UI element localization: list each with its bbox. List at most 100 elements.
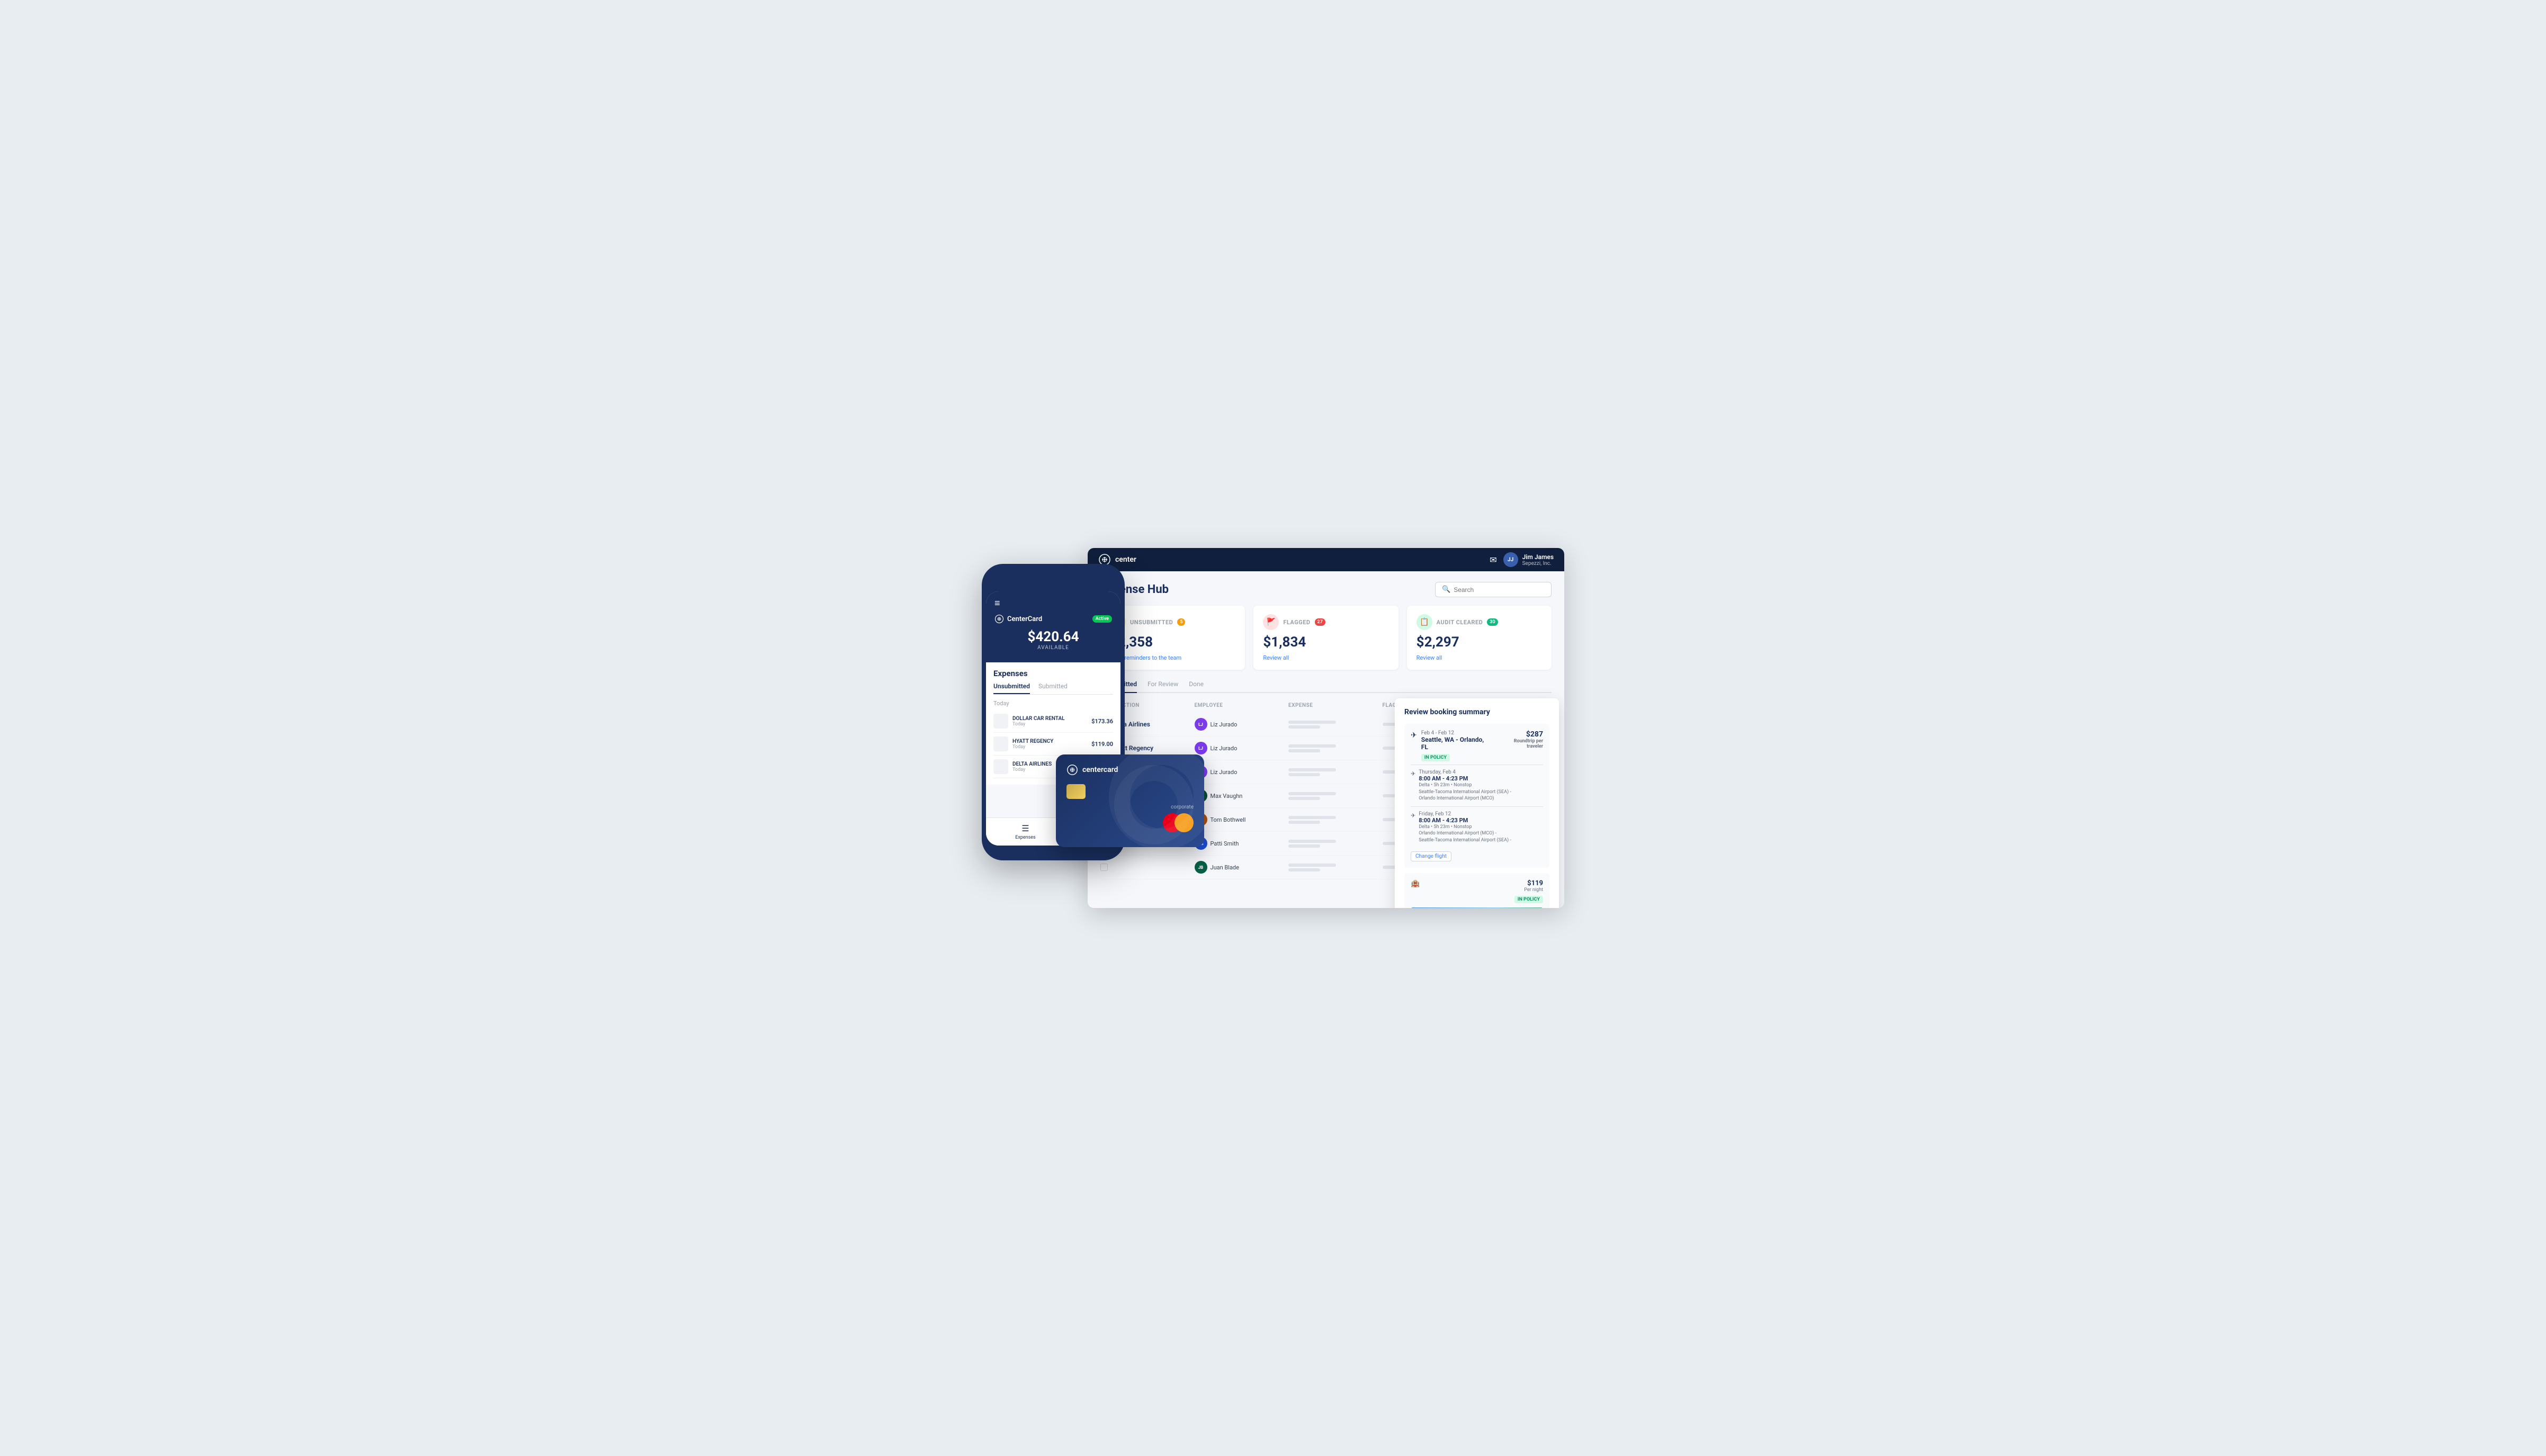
phone-balance-amount: $420.64 xyxy=(994,629,1112,645)
phone-top-bar: ≡ CenterCard Active $420.64 AVAILABLE xyxy=(986,591,1120,662)
transaction-cell xyxy=(1100,864,1195,871)
desktop-app: center ✉ JJ Jim James Sepezzi, Inc. Expe… xyxy=(1088,548,1564,908)
expenses-nav-icon: ☰ xyxy=(1021,823,1029,833)
employee-avatar: LJ xyxy=(1195,718,1207,731)
mail-icon[interactable]: ✉ xyxy=(1490,555,1496,565)
flight-price-sub: Roundtrip per traveler xyxy=(1496,739,1543,749)
user-avatar: JJ xyxy=(1503,552,1518,567)
flight-price-amount: $287 xyxy=(1496,730,1543,739)
card-pattern2 xyxy=(1114,765,1194,844)
phone-tab-unsubmitted[interactable]: Unsubmitted xyxy=(993,682,1030,694)
expense-bar-2 xyxy=(1288,844,1320,848)
search-input[interactable] xyxy=(1454,586,1545,594)
summary-badge: 30 xyxy=(1487,618,1498,626)
flight-policy-badge: IN POLICY xyxy=(1421,754,1450,761)
flight-price: $287 Roundtrip per traveler xyxy=(1496,730,1543,749)
card-logo-icon xyxy=(1066,764,1078,776)
expense-bars xyxy=(1288,768,1383,776)
top-nav: center ✉ JJ Jim James Sepezzi, Inc. xyxy=(1088,548,1564,571)
hotel-section: 🏨 $119 Per night IN POLICY Hyatt Regency… xyxy=(1404,873,1549,908)
employee-name: Tom Bothwell xyxy=(1211,816,1246,823)
tab-bar: UnsubmittedFor ReviewDone xyxy=(1100,680,1552,693)
employee-name: Patti Smith xyxy=(1211,840,1239,847)
summary-amount: $1,834 xyxy=(1263,634,1388,650)
flight-leg-2-info: Friday, Feb 12 8:00 AM - 4:23 PM Delta •… xyxy=(1419,811,1511,844)
phone-expense-item: DOLLAR CAR RENTAL Today $173.36 xyxy=(993,710,1113,733)
phone-tabs: Unsubmitted Submitted xyxy=(993,682,1113,695)
expense-bars xyxy=(1288,792,1383,800)
phone-expense-left: DELTA AIRLINES Today xyxy=(993,759,1052,774)
employee-cell: TB Tom Bothwell xyxy=(1195,813,1289,826)
page-header: Expense Hub 🔍 xyxy=(1100,582,1552,597)
nav-logo-text: center xyxy=(1115,555,1136,564)
flight-leg-1-details: Delta • 5h 23m • NonstopSeattle-Tacoma I… xyxy=(1419,782,1511,802)
nav-user[interactable]: JJ Jim James Sepezzi, Inc. xyxy=(1503,552,1554,567)
summary-label: FLAGGED xyxy=(1283,619,1310,626)
main-content: Expense Hub 🔍 ⏰ UNSUBMITTED 5 $2,358 Sen… xyxy=(1088,571,1564,908)
expense-bars xyxy=(1288,864,1383,871)
flight-leg-1: ✈ Thursday, Feb 4 8:00 AM - 4:23 PM Delt… xyxy=(1411,765,1543,806)
summary-link[interactable]: Review all xyxy=(1263,654,1388,661)
expense-bar-1 xyxy=(1288,744,1336,748)
expense-bar-2 xyxy=(1288,797,1320,800)
expense-bar-1 xyxy=(1288,721,1336,724)
flight-route-info: Feb 4 - Feb 12 Seattle, WA - Orlando, FL… xyxy=(1421,730,1492,761)
phone-balance-label: AVAILABLE xyxy=(994,645,1112,651)
expense-icon xyxy=(993,714,1008,729)
expense-amount: $173.36 xyxy=(1091,718,1113,725)
tab-for-review[interactable]: For Review xyxy=(1148,680,1178,692)
flight-leg-2-time: 8:00 AM - 4:23 PM xyxy=(1419,817,1511,824)
employee-name: Liz Jurado xyxy=(1211,745,1238,752)
search-box[interactable]: 🔍 xyxy=(1435,582,1552,597)
card-chip xyxy=(1066,784,1086,799)
phone-nav-expenses[interactable]: ☰ Expenses xyxy=(1015,823,1035,840)
employee-name: Liz Jurado xyxy=(1211,769,1238,776)
tab-done[interactable]: Done xyxy=(1189,680,1204,692)
employee-name: Max Vaughn xyxy=(1211,793,1243,799)
expense-bar-2 xyxy=(1288,773,1320,776)
hotel-policy-badge: IN POLICY xyxy=(1514,896,1543,903)
phone-expense-left: DOLLAR CAR RENTAL Today xyxy=(993,714,1065,729)
expense-icon xyxy=(993,759,1008,774)
expense-bar-1 xyxy=(1288,792,1336,795)
card-name-text: centercard xyxy=(1082,766,1118,774)
summary-card: 🚩 FLAGGED 27 $1,834 Review all xyxy=(1253,606,1398,670)
phone-card-header: CenterCard Active xyxy=(994,614,1112,624)
employee-cell: MV Max Vaughn xyxy=(1195,789,1289,802)
summary-link[interactable]: Review all xyxy=(1417,654,1542,661)
credit-card: centercard corporate xyxy=(1056,754,1204,847)
phone-tab-submitted[interactable]: Submitted xyxy=(1038,682,1068,694)
flight-dates: Feb 4 - Feb 12 xyxy=(1421,730,1492,736)
phone-card-logo: CenterCard xyxy=(994,614,1042,624)
flight-leg-1-info: Thursday, Feb 4 8:00 AM - 4:23 PM Delta … xyxy=(1419,769,1511,802)
expense-name: DELTA AIRLINES xyxy=(1012,761,1052,767)
expense-amount: $119.00 xyxy=(1091,741,1113,748)
flight-leg-1-icon: ✈ xyxy=(1411,770,1415,777)
expense-bars xyxy=(1288,721,1383,729)
phone-expenses-title: Expenses xyxy=(993,669,1113,678)
expense-bar-2 xyxy=(1288,868,1320,871)
phone-date-label: Today xyxy=(993,700,1113,707)
employee-cell: JB Juan Blade xyxy=(1195,861,1289,874)
summary-badge: 5 xyxy=(1177,618,1185,626)
summary-badge: 27 xyxy=(1315,618,1325,626)
change-flight-button[interactable]: Change flight xyxy=(1411,851,1451,861)
flight-section: ✈ Feb 4 - Feb 12 Seattle, WA - Orlando, … xyxy=(1404,724,1549,868)
flight-header: ✈ Feb 4 - Feb 12 Seattle, WA - Orlando, … xyxy=(1411,730,1543,761)
user-name: Jim James xyxy=(1522,553,1554,561)
employee-avatar: LJ xyxy=(1195,742,1207,754)
phone-balance: $420.64 AVAILABLE xyxy=(994,624,1112,654)
expense-date: Today xyxy=(1012,722,1065,727)
expense-bars xyxy=(1288,744,1383,752)
employee-cell: LJ Liz Jurado xyxy=(1195,742,1289,754)
user-company: Sepezzi, Inc. xyxy=(1522,561,1554,567)
hotel-price-badge: $119 Per night IN POLICY xyxy=(1514,879,1543,903)
hamburger-icon[interactable]: ≡ xyxy=(994,598,1112,609)
hotel-price: $119 xyxy=(1514,879,1543,887)
summary-icon: 🚩 xyxy=(1263,614,1279,630)
summary-label: UNSUBMITTED xyxy=(1130,619,1173,626)
row-checkbox[interactable] xyxy=(1100,864,1108,871)
summary-card-header: 🚩 FLAGGED 27 xyxy=(1263,614,1388,630)
expense-bar-1 xyxy=(1288,864,1336,867)
summary-link[interactable]: Send reminders to the team xyxy=(1110,654,1235,661)
